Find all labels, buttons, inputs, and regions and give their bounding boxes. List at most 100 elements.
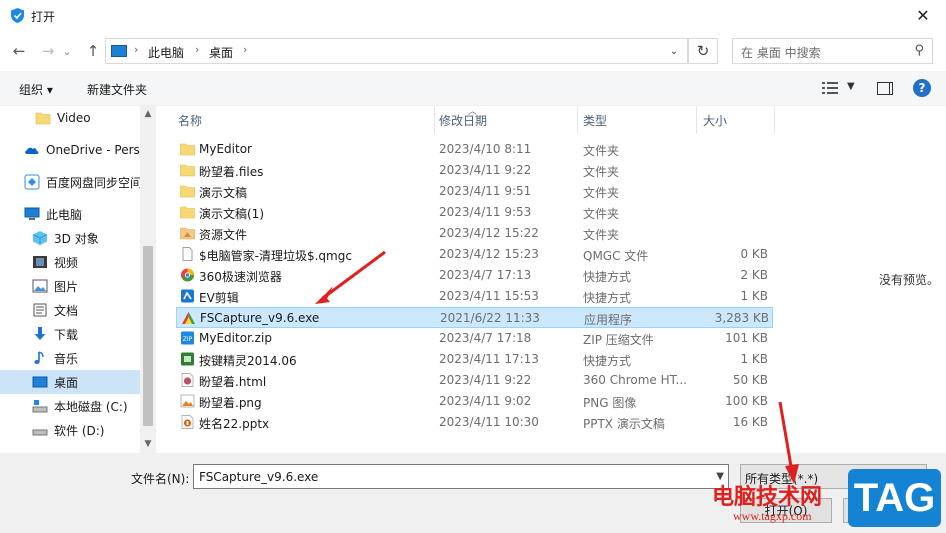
filename-input[interactable]: FSCapture_v9.6.exe ▼ [193,464,729,489]
file-name: 360极速浏览器 [199,270,282,284]
recent-locations-button[interactable]: ⌄ [60,40,74,62]
organize-button[interactable]: 组织 ▾ [19,81,53,98]
file-type: ZIP 压缩文件 [583,333,654,347]
file-date: 2023/4/11 17:13 [439,352,539,366]
sidebar-item-drive-c[interactable]: 本地磁盘 (C:) [0,394,140,418]
file-type: 文件夹 [583,207,620,221]
file-row[interactable]: 360极速浏览器 2023/4/7 17:13 快捷方式 2 KB [176,265,773,286]
close-button[interactable]: ✕ [900,0,946,31]
sidebar-item-label: 本地磁盘 (C:) [54,399,128,414]
view-dropdown-icon[interactable]: ▼ [847,81,855,92]
file-date: 2023/4/11 9:02 [439,394,532,408]
refresh-button[interactable]: ↻ [688,38,718,64]
search-input[interactable]: 在 桌面 中搜索 ⚲ [732,38,933,64]
column-header-size[interactable]: 大小 [703,112,727,129]
file-size: 3,283 KB [714,311,769,325]
sidebar-item-3d-objects[interactable]: 3D 对象 [0,226,140,250]
ev-editor-icon [181,289,194,303]
file-row[interactable]: 盼望着.files 2023/4/11 9:22 文件夹 [176,160,773,181]
column-divider[interactable] [434,106,435,134]
navigation-bar: ← → ⌄ ↑ › 此电脑 › 桌面 › ⌄ ↻ 在 桌面 中搜索 ⚲ [0,31,946,71]
file-row[interactable]: 演示文稿(1) 2023/4/11 9:53 文件夹 [176,202,773,223]
file-row[interactable]: ZIP MyEditor.zip 2023/4/7 17:18 ZIP 压缩文件… [176,328,773,349]
file-row[interactable]: 盼望着.html 2023/4/11 9:22 360 Chrome HT...… [176,370,773,391]
breadcrumb-separator[interactable]: › [134,43,138,56]
back-button[interactable]: ← [8,40,30,62]
file-name: EV剪辑 [199,291,239,305]
folder-icon [180,143,195,156]
preview-pane-icon[interactable] [877,82,893,95]
file-type: 文件夹 [583,144,620,158]
breadcrumb-desktop[interactable]: 桌面 [209,44,233,61]
file-size: 100 KB [725,394,768,408]
blank-file-icon [182,247,193,261]
sidebar-item-pictures[interactable]: 图片 [0,274,140,298]
sidebar-item-label: Video [57,111,91,125]
file-date: 2023/4/11 9:53 [439,205,532,219]
file-row[interactable]: 姓名22.pptx 2023/4/11 10:30 PPTX 演示文稿 16 K… [176,412,773,433]
file-date: 2023/4/12 15:22 [439,226,539,240]
breadcrumb-separator[interactable]: › [243,43,247,56]
sidebar-item-drive-d[interactable]: 软件 (D:) [0,418,140,442]
file-row-selected[interactable]: FSCapture_v9.6.exe 2021/6/22 11:33 应用程序 … [176,307,773,328]
file-row[interactable]: 盼望着.png 2023/4/11 9:02 PNG 图像 100 KB [176,391,773,412]
column-header-name[interactable]: 名称 [178,112,202,129]
view-options-icon[interactable] [822,82,838,94]
file-row[interactable]: 资源文件 2023/4/12 15:22 文件夹 [176,223,773,244]
file-row[interactable]: EV剪辑 2023/4/11 15:53 快捷方式 1 KB [176,286,773,307]
file-size: 2 KB [740,268,768,282]
sidebar-item-documents[interactable]: 文档 [0,298,140,322]
keysprite-icon [181,352,194,366]
sidebar-item-this-pc[interactable]: 此电脑 [0,202,140,226]
sidebar-item-videos[interactable]: 视频 [0,250,140,274]
breadcrumb-this-pc[interactable]: 此电脑 [148,44,184,61]
column-header-date[interactable]: 修改日期 [439,112,487,129]
sidebar-item-baidu-netdisk[interactable]: 百度网盘同步空间 [0,170,140,194]
watermark-url: www.tagxp.com [733,509,812,523]
file-name: 按键精灵2014.06 [199,354,297,368]
folder-icon [180,164,195,177]
file-type: QMGC 文件 [583,249,649,263]
new-folder-button[interactable]: 新建文件夹 [87,81,147,98]
sidebar-item-label: 下载 [54,327,79,342]
sidebar-item-desktop[interactable]: 桌面 [0,370,140,394]
file-name: FSCapture_v9.6.exe [200,311,320,325]
column-divider[interactable] [696,106,697,134]
file-size: 1 KB [740,289,768,303]
help-icon[interactable]: ? [913,79,931,97]
browser-360-icon [181,268,194,282]
file-row[interactable]: 演示文稿 2023/4/11 9:51 文件夹 [176,181,773,202]
file-size: 0 KB [740,247,768,261]
folder-icon [35,112,51,125]
column-divider[interactable] [774,106,775,134]
up-button[interactable]: ↑ [82,40,104,62]
sidebar-scrollbar-thumb[interactable] [143,246,153,426]
scroll-down-icon[interactable]: ▼ [140,436,156,452]
file-date: 2023/4/11 9:22 [439,163,532,177]
file-name: 盼望着.png [199,396,262,410]
forward-arrow-icon: → [41,42,55,60]
file-type: 360 Chrome HT... [583,373,687,387]
address-bar[interactable]: › 此电脑 › 桌面 › ⌄ [105,38,688,64]
html-file-icon [181,373,194,387]
file-row[interactable]: $电脑管家-清理垃圾$.qmgc 2023/4/12 15:23 QMGC 文件… [176,244,773,265]
search-icon[interactable]: ⚲ [914,43,924,58]
command-toolbar: 组织 ▾ 新建文件夹 ▼ ? [0,71,946,106]
sidebar-item-label: 软件 (D:) [54,423,105,438]
forward-button[interactable]: → [37,40,59,62]
sidebar-item-music[interactable]: 音乐 [0,346,140,370]
chevron-down-icon: ⌄ [62,44,72,58]
sidebar-item-video[interactable]: Video [0,106,140,130]
svg-text:ZIP: ZIP [183,336,193,343]
scroll-up-icon[interactable]: ▲ [140,106,156,122]
sidebar-item-onedrive[interactable]: OneDrive - Perso [0,138,140,162]
file-row[interactable]: 按键精灵2014.06 2023/4/11 17:13 快捷方式 1 KB [176,349,773,370]
file-type: PNG 图像 [583,396,637,410]
breadcrumb-separator[interactable]: › [195,43,199,56]
file-row[interactable]: MyEditor 2023/4/10 8:11 文件夹 [176,139,773,160]
search-placeholder: 在 桌面 中搜索 [741,46,821,60]
column-divider[interactable] [577,106,578,134]
sidebar-item-downloads[interactable]: 下载 [0,322,140,346]
address-dropdown-button[interactable]: ⌄ [661,39,687,63]
column-header-type[interactable]: 类型 [583,112,607,129]
